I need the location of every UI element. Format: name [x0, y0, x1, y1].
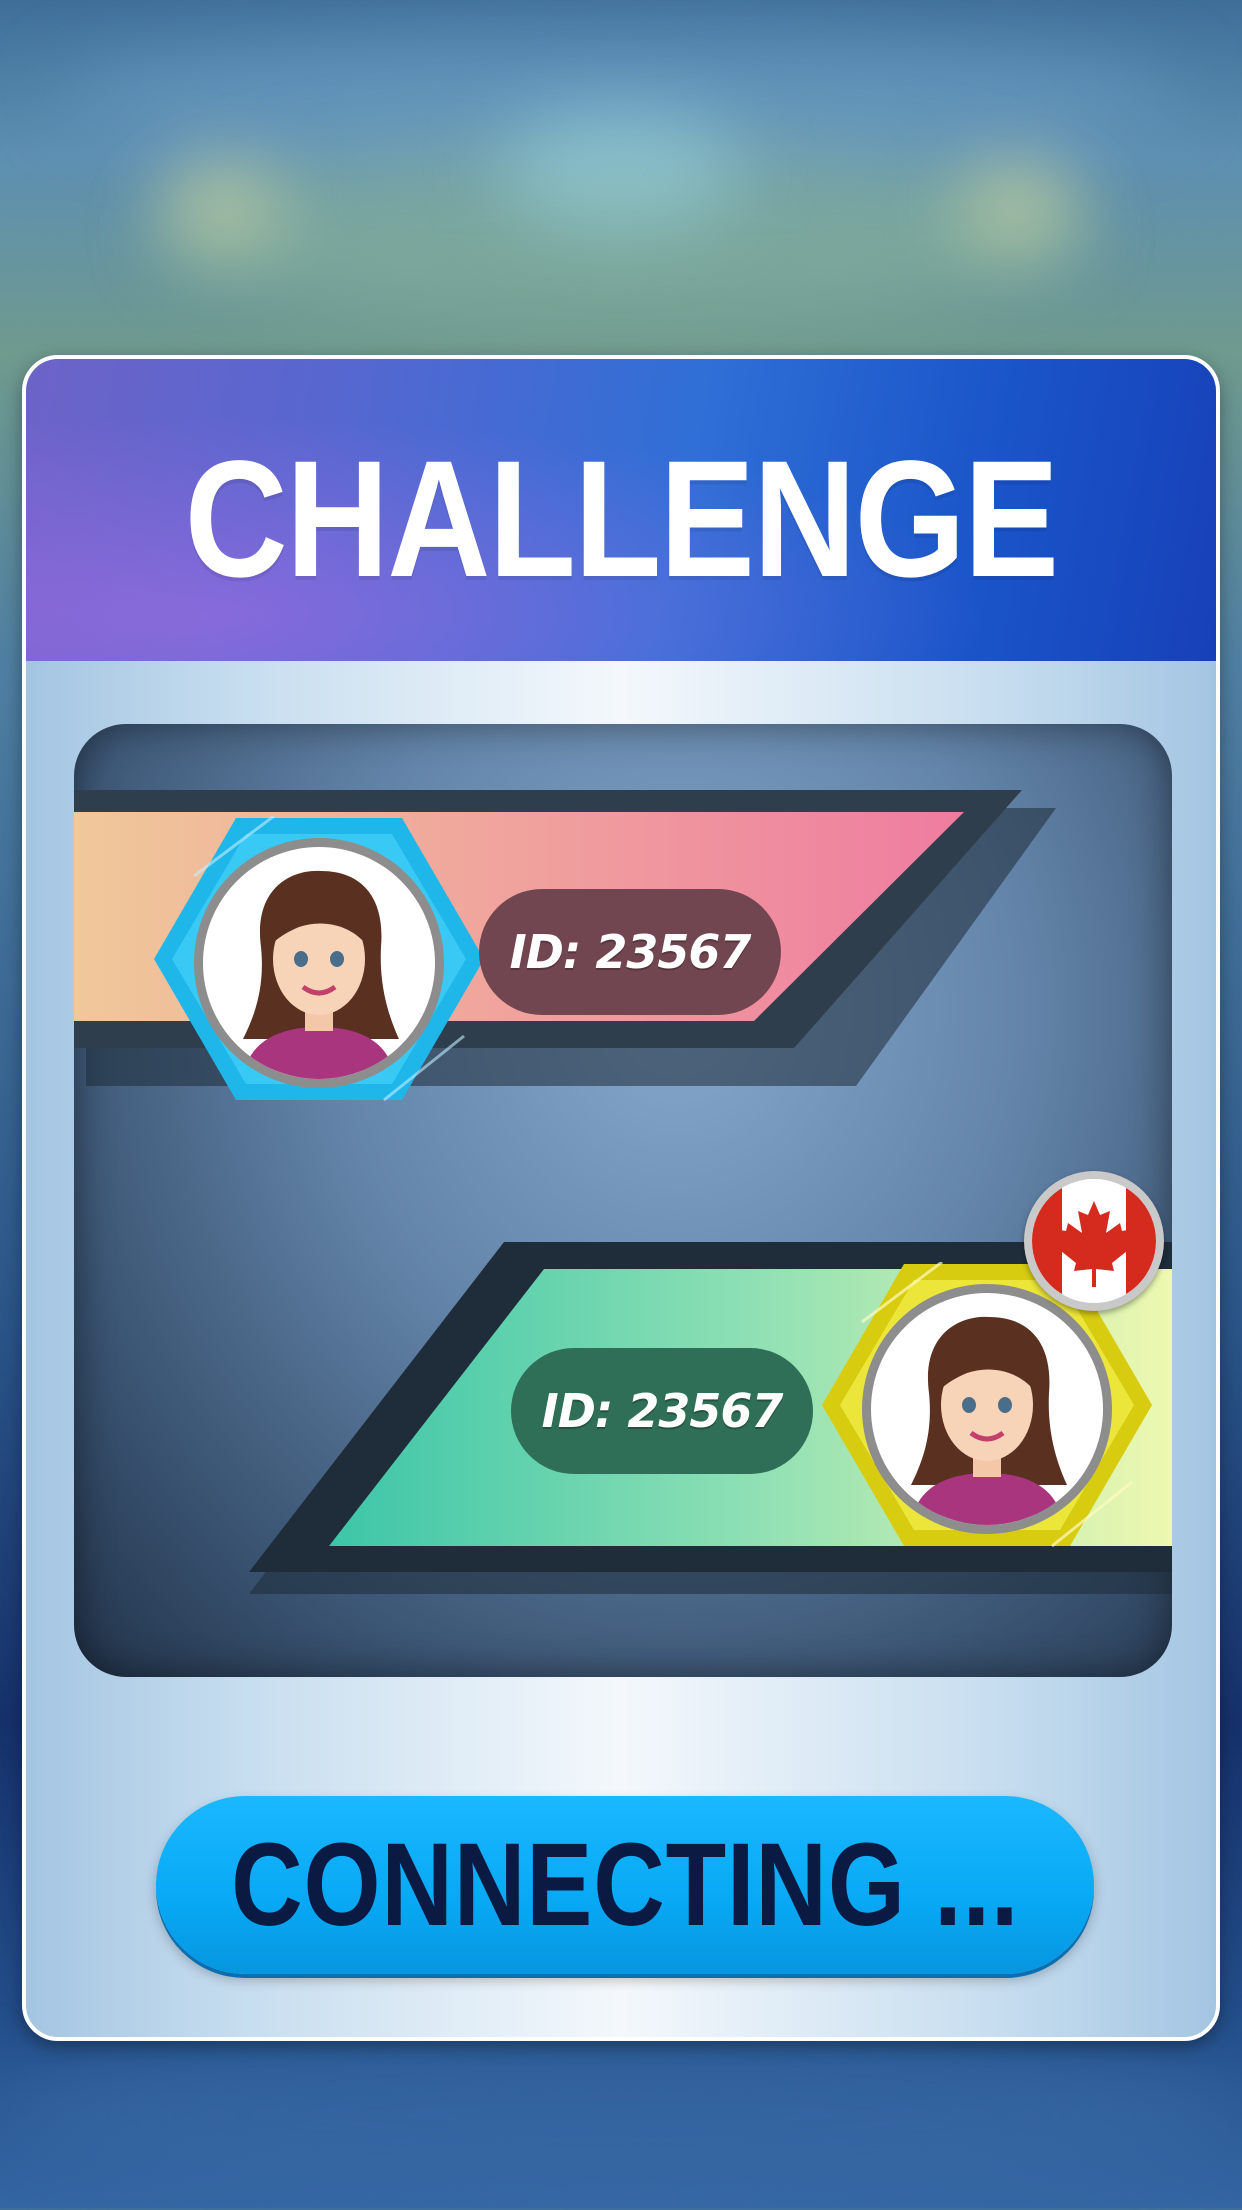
- connecting-status-button[interactable]: CONNECTING ...: [156, 1796, 1094, 1974]
- player-one-id: ID: 23567: [479, 889, 781, 1015]
- challenge-dialog: CHALLENGE ID: 23567 ID: 23567 CONNECTING…: [22, 355, 1220, 2041]
- player-two-avatar[interactable]: [862, 1284, 1112, 1534]
- player-two-id: ID: 23567: [511, 1348, 813, 1474]
- versus-arena: ID: 23567 ID: 23567: [74, 724, 1172, 1677]
- connecting-label: CONNECTING ...: [230, 1819, 1020, 1951]
- player-one-avatar[interactable]: [194, 838, 444, 1088]
- dialog-title: CHALLENGE: [184, 427, 1060, 612]
- canada-flag-icon: [1024, 1171, 1164, 1311]
